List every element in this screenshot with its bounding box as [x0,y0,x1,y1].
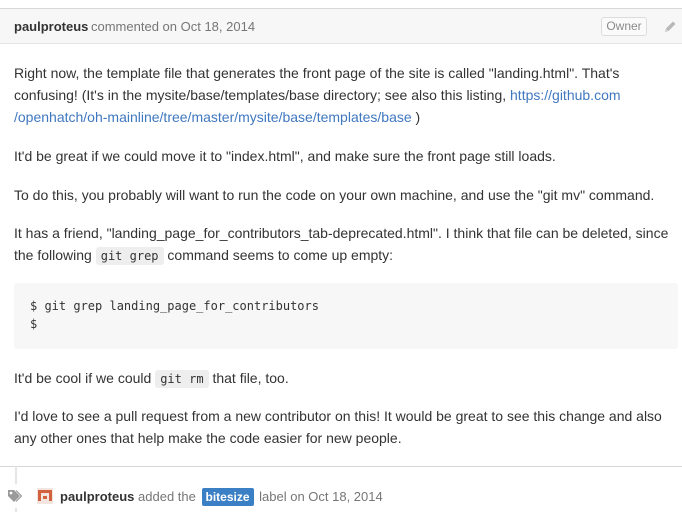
comment-paragraph-3: To do this, you probably will want to ru… [14,187,655,203]
code-block: $ git grep landing_page_for_contributors… [14,283,678,349]
link-text-part-2: /openhatch/oh-mainline/tree/master/mysit… [14,109,412,125]
avatar[interactable] [37,488,53,504]
link-text-part-1: https://github.com [510,87,621,103]
inline-code: git grep [95,247,164,265]
owner-badge: Owner [601,17,647,36]
label-badge-bitesize[interactable]: bitesize [201,488,254,506]
code-line: $ git grep landing_page_for_contributors [30,299,319,313]
comment-paragraph-1: Right now, the template file that genera… [14,62,682,128]
event-timestamp[interactable]: label on Oct 18, 2014 [259,489,383,504]
code-line: $ [30,317,38,331]
label-event: paulproteus added the bitesize label on … [60,488,383,506]
tag-icon [8,490,22,502]
comment-header: paulproteus commented on Oct 18, 2014 Ow… [0,9,682,44]
comment-paragraph-5: It'd be cool if we could git rm that fil… [14,367,682,390]
comment-paragraph-6: I'd love to see a pull request from a ne… [14,408,662,446]
event-actor[interactable]: paulproteus [60,489,134,504]
comment-timestamp[interactable]: commented on Oct 18, 2014 [91,19,255,34]
comment-paragraph-4: It has a friend, "landing_page_for_contr… [14,222,682,267]
pencil-edit-icon[interactable] [662,19,678,35]
comment-author[interactable]: paulproteus [14,19,88,34]
inline-code: git rm [155,370,209,388]
paragraph-text: command seems to come up empty: [163,247,394,263]
comment-paragraph-2: It'd be great if we could move it to "in… [14,148,556,164]
paragraph-text-end: ) [411,109,421,125]
event-action: added the [138,489,196,504]
paragraph-text: that file, too. [208,370,289,386]
paragraph-text: It'd be cool if we could [14,370,156,386]
